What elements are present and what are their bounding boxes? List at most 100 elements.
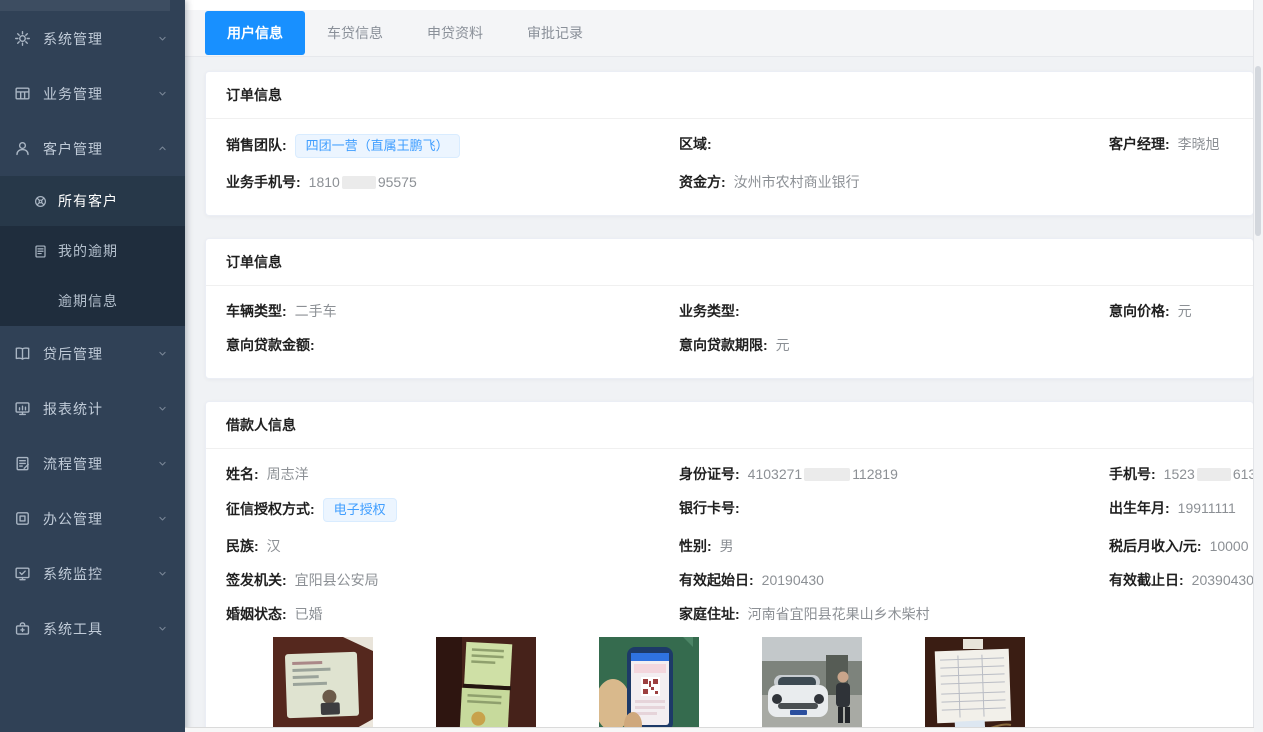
photo-thumbnail-paper-document[interactable]: 材料照片 — [925, 637, 1025, 732]
field-label: 民族: — [226, 538, 259, 554]
sidebar-item-label: 系统工具 — [43, 619, 103, 639]
field-label: 签发机关: — [226, 572, 287, 588]
tab-0[interactable]: 用户信息 — [205, 11, 305, 55]
field-row: 签发机关:宜阳县公安局有效起始日:20190430有效截止日:20390430 — [226, 563, 1233, 597]
sidebar-item-4[interactable]: 报表统计 — [0, 381, 185, 436]
field-label: 意向贷款金额: — [226, 337, 315, 353]
chevron-down-icon — [156, 87, 169, 100]
field-value: 181095575 — [309, 174, 417, 190]
wheel-icon — [33, 194, 48, 209]
phone-qr-image — [599, 637, 699, 732]
field: 客户经理:李晓旭 — [1109, 127, 1233, 165]
field-label: 税后月收入/元: — [1109, 538, 1202, 554]
field: 意向价格:元 — [1109, 294, 1233, 328]
car-person-image — [762, 637, 862, 732]
sidebar-item-8[interactable]: 系统工具 — [0, 601, 185, 656]
field: 身份证号: 4103271112819 — [679, 457, 1109, 491]
info-card-2: 借款人信息姓名:周志洋身份证号:4103271112819手机号:1523613… — [205, 401, 1254, 732]
field-label: 意向价格: — [1109, 303, 1170, 319]
cards-area: 订单信息销售团队:四团一营（直属王鹏飞）区域:客户经理:李晓旭业务手机号:181… — [185, 71, 1263, 732]
tab-2[interactable]: 申贷资料 — [405, 11, 505, 55]
sidebar-subitem-2-2[interactable]: 逾期信息 — [0, 276, 185, 326]
field: 性别: 男 — [679, 529, 1109, 563]
sidebar-subitem-label: 逾期信息 — [58, 291, 118, 311]
tab-1[interactable]: 车贷信息 — [305, 11, 405, 55]
field-label: 有效截止日: — [1109, 572, 1184, 588]
field-row: 意向贷款金额:意向贷款期限:元 — [226, 328, 1233, 362]
info-card-1: 订单信息车辆类型: 二手车 业务类型:意向价格:元意向贷款金额:意向贷款期限:元 — [205, 238, 1254, 379]
sidebar-item-label: 系统监控 — [43, 564, 103, 584]
sidebar: 系统管理业务管理客户管理所有客户我的逾期逾期信息贷后管理报表统计流程管理办公管理… — [0, 0, 185, 732]
sidebar-item-2[interactable]: 客户管理 — [0, 121, 185, 176]
field-value: 周志洋 — [267, 466, 309, 482]
tab-3[interactable]: 审批记录 — [505, 11, 605, 55]
field: 征信授权方式: 电子授权 — [226, 491, 679, 529]
grid-icon — [14, 85, 31, 102]
field: 姓名:周志洋 — [226, 457, 679, 491]
id-card-image — [273, 637, 373, 732]
field-value: 二手车 — [295, 303, 337, 319]
sidebar-item-0[interactable]: 系统管理 — [0, 11, 185, 66]
tab-bar: 用户信息车贷信息申贷资料审批记录 — [185, 0, 1263, 57]
field-tag: 四团一营（直属王鹏飞） — [295, 134, 460, 158]
field-tag: 电子授权 — [323, 498, 397, 522]
field-value: 19911111 — [1178, 500, 1236, 516]
screen-check-icon — [14, 565, 31, 582]
sidebar-subitem-2-0[interactable]: 所有客户 — [0, 176, 185, 226]
sidebar-item-1[interactable]: 业务管理 — [0, 66, 185, 121]
field: 银行卡号: — [679, 491, 1109, 529]
value-segment: 1523 — [1164, 466, 1195, 482]
field-row: 姓名:周志洋身份证号:4103271112819手机号:15236137 — [226, 457, 1233, 491]
sidebar-subitem-label: 所有客户 — [58, 191, 118, 211]
field-label: 征信授权方式: — [226, 501, 315, 517]
field: 有效截止日:20390430 — [1109, 563, 1254, 597]
card-title: 订单信息 — [206, 72, 1253, 119]
field-value: 20190430 — [762, 572, 824, 588]
paper-document-image — [925, 637, 1025, 732]
sidebar-item-label: 办公管理 — [43, 509, 103, 529]
green-booklet-image — [436, 637, 536, 732]
sidebar-item-7[interactable]: 系统监控 — [0, 546, 185, 601]
field-label: 性别: — [679, 538, 712, 554]
sidebar-item-6[interactable]: 办公管理 — [0, 491, 185, 546]
vertical-scrollbar-thumb[interactable] — [1255, 66, 1261, 236]
field-label: 婚姻状态: — [226, 606, 287, 622]
main-content: 用户信息车贷信息申贷资料审批记录 订单信息销售团队:四团一营（直属王鹏飞）区域:… — [185, 0, 1263, 732]
sidebar-item-5[interactable]: 流程管理 — [0, 436, 185, 491]
field-label: 身份证号: — [679, 466, 740, 482]
redacted-segment — [342, 176, 376, 189]
photo-thumbnail-phone-qr[interactable]: 授权截图 — [599, 637, 699, 732]
field-value: 汉 — [267, 538, 281, 554]
field-row: 征信授权方式: 电子授权 银行卡号:出生年月: 19911111 — [226, 491, 1233, 529]
field: 家庭住址:河南省宜阳县花果山乡木柴村 — [679, 597, 1109, 631]
field-value: 4103271112819 — [748, 466, 898, 482]
chevron-down-icon — [156, 512, 169, 525]
field-label: 出生年月: — [1109, 500, 1170, 516]
info-card-0: 订单信息销售团队:四团一营（直属王鹏飞）区域:客户经理:李晓旭业务手机号:181… — [205, 71, 1254, 216]
field-row: 民族:汉性别:男税后月收入/元:10000 — [226, 529, 1233, 563]
sidebar-top-strip — [0, 0, 170, 11]
field-label: 资金方: — [679, 174, 726, 190]
field-label: 车辆类型: — [226, 303, 287, 319]
chevron-down-icon — [156, 457, 169, 470]
photo-thumbnail-car-person[interactable]: 人车合影 — [762, 637, 862, 732]
horizontal-scrollbar[interactable] — [185, 727, 1254, 732]
value-segment: 1810 — [309, 174, 340, 190]
card-title: 订单信息 — [206, 239, 1253, 286]
vertical-scrollbar[interactable] — [1253, 0, 1263, 732]
photo-thumbnail-green-booklet[interactable]: 绿本照片 — [436, 637, 536, 732]
field: 出生年月: 19911111 — [1109, 491, 1236, 529]
sidebar-subitem-2-1[interactable]: 我的逾期 — [0, 226, 185, 276]
chevron-down-icon — [156, 347, 169, 360]
sidebar-subitem-label: 我的逾期 — [58, 241, 118, 261]
redacted-segment — [1197, 468, 1231, 481]
field-value: 河南省宜阳县花果山乡木柴村 — [748, 606, 930, 622]
field-row: 车辆类型: 二手车 业务类型:意向价格:元 — [226, 294, 1233, 328]
field: 业务类型: — [679, 294, 1109, 328]
field: 资金方:汝州市农村商业银行 — [679, 165, 1109, 199]
photo-thumbnail-id-card[interactable]: 个人照 — [273, 637, 373, 732]
sidebar-item-3[interactable]: 贷后管理 — [0, 326, 185, 381]
field-value: 男 — [720, 538, 734, 554]
field-label: 有效起始日: — [679, 572, 754, 588]
document-icon — [33, 244, 48, 259]
